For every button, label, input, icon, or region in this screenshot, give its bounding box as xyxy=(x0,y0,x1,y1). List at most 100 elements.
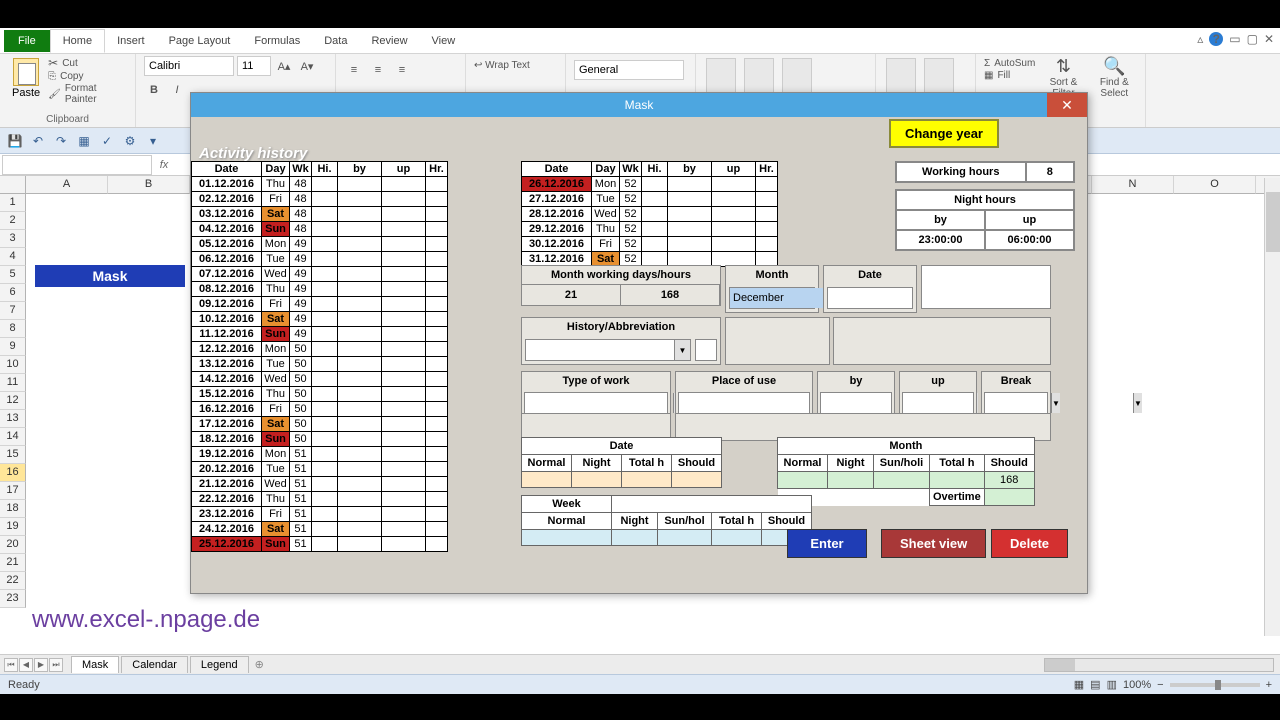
row-header[interactable]: 12 xyxy=(0,392,26,410)
row-header[interactable]: 13 xyxy=(0,410,26,428)
zoom-slider[interactable] xyxy=(1170,683,1260,687)
decrease-font-icon[interactable]: A▾ xyxy=(297,56,317,76)
cell-mask-button[interactable]: Mask xyxy=(35,265,185,287)
pou-combo[interactable]: ▼ xyxy=(678,392,810,414)
zoom-in-icon[interactable]: + xyxy=(1266,679,1272,691)
row-header[interactable]: 8 xyxy=(0,320,26,338)
minimize-ribbon-icon[interactable]: ▵ xyxy=(1197,32,1203,46)
month-combo[interactable]: ▼ xyxy=(729,287,815,309)
tab-data[interactable]: Data xyxy=(312,30,359,52)
font-size-select[interactable]: 11 xyxy=(237,56,271,76)
save-icon[interactable]: 💾 xyxy=(6,132,24,150)
wrap-text-button[interactable]: ↩ Wrap Text xyxy=(474,56,530,71)
win-min-icon[interactable]: ▭ xyxy=(1229,32,1240,46)
hscroll-thumb[interactable] xyxy=(1045,659,1075,671)
zoom-out-icon[interactable]: − xyxy=(1157,679,1163,691)
align-middle-icon[interactable]: ≡ xyxy=(368,60,388,80)
row-header[interactable]: 18 xyxy=(0,500,26,518)
row-header[interactable]: 16 xyxy=(0,464,26,482)
by-combo[interactable]: ▼ xyxy=(820,392,892,414)
fill-button[interactable]: ▦ Fill xyxy=(984,70,1035,81)
sheet-tab-mask[interactable]: Mask xyxy=(71,656,119,673)
sheet-nav-last-icon[interactable]: ⏭ xyxy=(49,658,63,672)
delete-button[interactable]: Delete xyxy=(991,529,1068,558)
break-input[interactable] xyxy=(985,393,1133,413)
vscroll-thumb[interactable] xyxy=(1266,192,1280,252)
tab-home[interactable]: Home xyxy=(50,29,105,53)
history-combo[interactable]: ▼ xyxy=(525,339,691,361)
format-painter-button[interactable]: 🖌Format Painter xyxy=(48,83,127,105)
row-header[interactable]: 22 xyxy=(0,572,26,590)
tab-formulas[interactable]: Formulas xyxy=(242,30,312,52)
enter-button[interactable]: Enter xyxy=(787,529,867,558)
col-header[interactable]: B xyxy=(108,176,190,194)
find-select-button[interactable]: 🔍 Find & Select xyxy=(1092,56,1137,99)
fx-icon[interactable]: fx xyxy=(154,159,174,171)
new-sheet-icon[interactable]: ⊕ xyxy=(255,658,264,671)
tow-input[interactable] xyxy=(525,393,673,413)
sheet-nav-prev-icon[interactable]: ◀ xyxy=(19,658,33,672)
sheet-nav-next-icon[interactable]: ▶ xyxy=(34,658,48,672)
row-header[interactable]: 19 xyxy=(0,518,26,536)
pou-input[interactable] xyxy=(679,393,827,413)
align-top-icon[interactable]: ≡ xyxy=(344,60,364,80)
row-header[interactable]: 21 xyxy=(0,554,26,572)
chevron-down-icon[interactable]: ▼ xyxy=(674,340,690,360)
tab-file[interactable]: File xyxy=(4,30,50,52)
view-break-icon[interactable]: ▥ xyxy=(1107,678,1117,691)
tow-combo[interactable]: ▼ xyxy=(524,392,668,414)
qat-icon-2[interactable]: ✓ xyxy=(98,132,116,150)
dialog-titlebar[interactable]: Mask ✕ xyxy=(191,93,1087,117)
dialog-close-button[interactable]: ✕ xyxy=(1047,93,1087,117)
row-header[interactable]: 15 xyxy=(0,446,26,464)
view-normal-icon[interactable]: ▦ xyxy=(1074,678,1084,691)
sheet-tab-legend[interactable]: Legend xyxy=(190,656,249,673)
abbrev-field[interactable] xyxy=(695,339,717,361)
autosum-button[interactable]: Σ AutoSum xyxy=(984,58,1035,69)
increase-font-icon[interactable]: A▴ xyxy=(274,56,294,76)
undo-icon[interactable]: ↶ xyxy=(29,132,47,150)
qat-more-icon[interactable]: ▾ xyxy=(144,132,162,150)
col-header[interactable]: N xyxy=(1092,176,1174,194)
row-header[interactable]: 23 xyxy=(0,590,26,608)
chevron-down-icon[interactable]: ▼ xyxy=(1133,393,1142,413)
row-header[interactable]: 4 xyxy=(0,248,26,266)
select-all-corner[interactable] xyxy=(0,176,26,194)
tab-insert[interactable]: Insert xyxy=(105,30,157,52)
align-bottom-icon[interactable]: ≡ xyxy=(392,60,412,80)
win-close-icon[interactable]: ✕ xyxy=(1264,32,1274,46)
vertical-scrollbar[interactable] xyxy=(1264,178,1280,636)
row-header[interactable]: 5 xyxy=(0,266,26,284)
row-header[interactable]: 20 xyxy=(0,536,26,554)
paste-button[interactable]: Paste xyxy=(8,56,44,101)
name-box[interactable] xyxy=(2,155,152,175)
help-icon[interactable]: ? xyxy=(1209,32,1223,46)
row-header[interactable]: 2 xyxy=(0,212,26,230)
row-header[interactable]: 17 xyxy=(0,482,26,500)
up-combo[interactable]: ▼ xyxy=(902,392,974,414)
row-header[interactable]: 6 xyxy=(0,284,26,302)
qat-icon-3[interactable]: ⚙ xyxy=(121,132,139,150)
history-input[interactable] xyxy=(526,340,674,360)
sheet-nav-first-icon[interactable]: ⏮ xyxy=(4,658,18,672)
copy-button[interactable]: ⎘Copy xyxy=(48,71,127,82)
row-header[interactable]: 10 xyxy=(0,356,26,374)
row-header[interactable]: 14 xyxy=(0,428,26,446)
redo-icon[interactable]: ↷ xyxy=(52,132,70,150)
row-header[interactable]: 9 xyxy=(0,338,26,356)
row-header[interactable]: 11 xyxy=(0,374,26,392)
italic-button[interactable]: I xyxy=(167,80,187,100)
change-year-button[interactable]: Change year xyxy=(889,119,999,148)
break-combo[interactable]: ▼ xyxy=(984,392,1048,414)
font-name-select[interactable]: Calibri xyxy=(144,56,234,76)
tab-page-layout[interactable]: Page Layout xyxy=(157,30,243,52)
tab-view[interactable]: View xyxy=(420,30,468,52)
date-combo[interactable]: ▼ xyxy=(827,287,913,309)
col-header[interactable]: O xyxy=(1174,176,1256,194)
row-header[interactable]: 7 xyxy=(0,302,26,320)
row-header[interactable]: 1 xyxy=(0,194,26,212)
bold-button[interactable]: B xyxy=(144,80,164,100)
cut-button[interactable]: ✂Cut xyxy=(48,56,127,70)
qat-icon-1[interactable]: ▦ xyxy=(75,132,93,150)
win-restore-icon[interactable]: ▢ xyxy=(1247,32,1258,46)
